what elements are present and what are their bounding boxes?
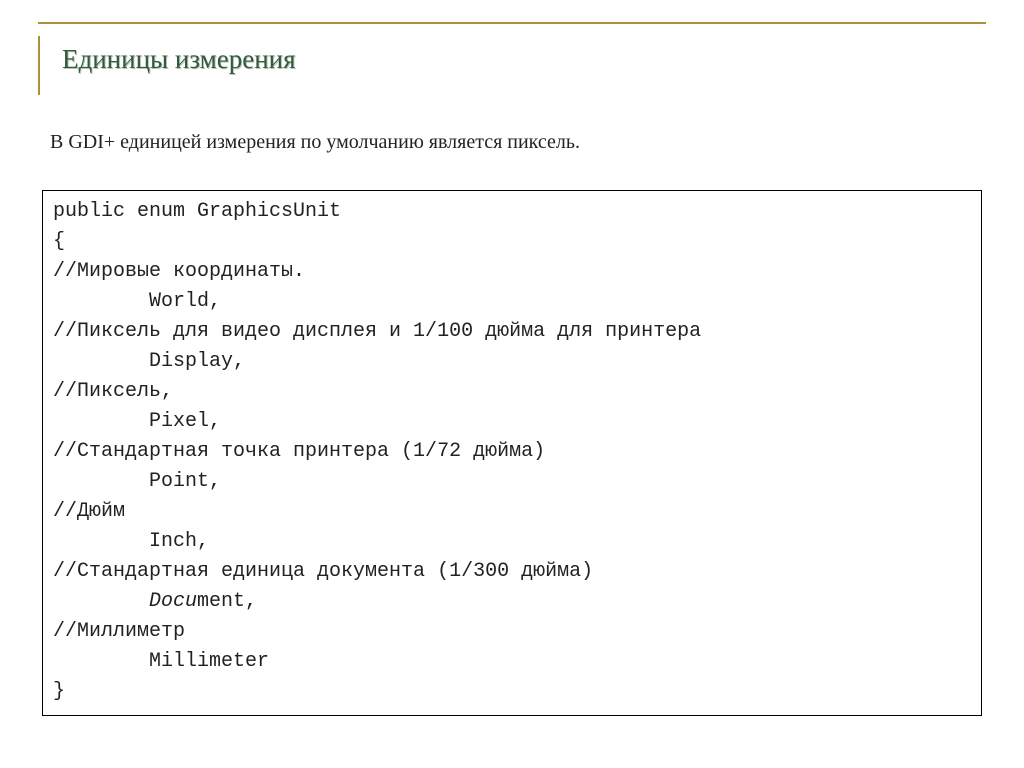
code-line: Point, [53,470,221,493]
code-block: public enum GraphicsUnit { //Мировые коо… [42,190,982,716]
code-line: } [53,680,65,703]
code-line: Display, [53,350,245,373]
header: Единицы измерения [38,36,986,95]
slide: Единицы измерения В GDI+ единицей измере… [0,0,1024,734]
code-line: //Мировые координаты. [53,260,305,283]
code-line: //Миллиметр [53,620,185,643]
accent-bar [38,36,40,95]
code-line: Document, [53,590,257,613]
code-line: { [53,230,65,253]
code-line: Pixel, [53,410,221,433]
intro-text: В GDI+ единицей измерения по умолчанию я… [50,131,986,154]
slide-title: Единицы измерения [62,36,296,95]
code-content: public enum GraphicsUnit { //Мировые коо… [53,197,971,707]
code-line: //Пиксель для видео дисплея и 1/100 дюйм… [53,320,701,343]
code-line: Inch, [53,530,209,553]
code-line: //Стандартная точка принтера (1/72 дюйма… [53,440,545,463]
code-line: World, [53,290,221,313]
code-line: //Дюйм [53,500,125,523]
code-line: //Пиксель, [53,380,173,403]
code-line: //Стандартная единица документа (1/300 д… [53,560,593,583]
top-rule [38,22,986,24]
code-line: Millimeter [53,650,269,673]
code-line: public enum GraphicsUnit [53,200,341,223]
